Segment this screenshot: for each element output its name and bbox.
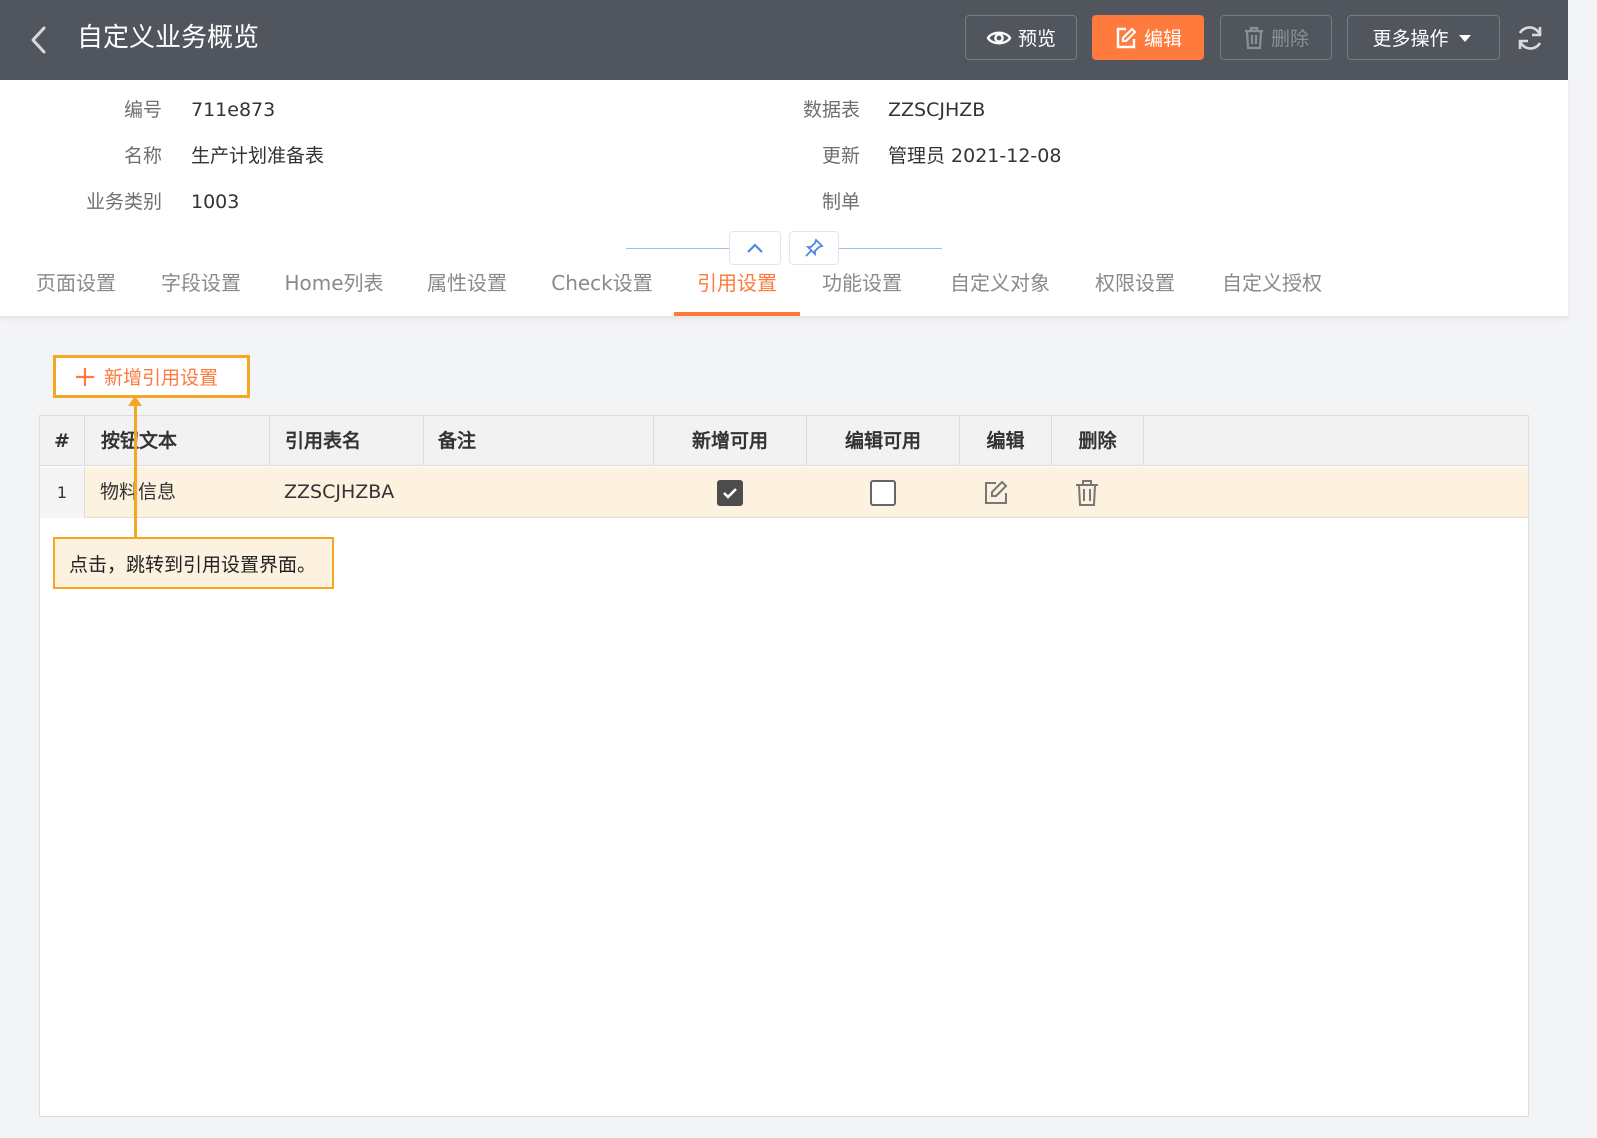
column-header-edit-enabled[interactable]: 编辑可用	[807, 416, 960, 466]
cell-button-text[interactable]: 物料信息	[100, 467, 176, 518]
field-value-updated: 管理员 2021-12-08	[888, 145, 1062, 167]
caret-down-icon	[1458, 34, 1471, 42]
row-index: 1	[40, 467, 85, 518]
edit-label: 编辑	[1143, 29, 1182, 50]
annotation-text: 点击，跳转到引用设置界面。	[69, 553, 317, 576]
reference-table: # 按钮文本 引用表名 备注 新增可用 编辑可用 编辑 删除 1 物料信息 ZZ…	[39, 415, 1529, 1117]
top-bar: 自定义业务概览 预览 编辑 删除 更多操作	[0, 0, 1568, 80]
pin-icon	[805, 238, 824, 257]
add-reference-button[interactable]: 新增引用设置	[53, 355, 250, 398]
tab-permission-settings[interactable]: 权限设置	[1091, 266, 1179, 316]
delete-label: 删除	[1270, 29, 1309, 50]
more-actions-button[interactable]: 更多操作	[1347, 15, 1500, 60]
field-value-name: 生产计划准备表	[191, 145, 325, 167]
tab-reference-settings[interactable]: 引用设置	[674, 266, 800, 316]
divider	[626, 248, 730, 249]
edit-enabled-checkbox[interactable]	[870, 480, 896, 506]
chevron-up-icon	[747, 243, 763, 253]
tab-bar: 页面设置 字段设置 Home列表 属性设置 Check设置 引用设置 功能设置 …	[0, 266, 1568, 316]
column-header-add-enabled[interactable]: 新增可用	[654, 416, 807, 466]
field-label-name: 名称	[123, 145, 162, 167]
field-value-category: 1003	[191, 191, 240, 213]
add-reference-label: 新增引用设置	[104, 368, 219, 389]
field-label-category: 业务类别	[85, 191, 162, 213]
more-actions-label: 更多操作	[1372, 29, 1449, 50]
table-row[interactable]: 1 物料信息 ZZSCJHZBA	[40, 467, 1528, 518]
column-header-index: #	[40, 416, 85, 466]
column-header-button-text[interactable]: 按钮文本	[85, 416, 270, 466]
divider	[838, 248, 942, 249]
tab-function-settings[interactable]: 功能设置	[818, 266, 906, 316]
refresh-icon[interactable]	[1514, 22, 1546, 54]
page-title: 自定义业务概览	[77, 23, 260, 53]
tab-field-settings[interactable]: 字段设置	[157, 266, 245, 316]
tab-custom-objects[interactable]: 自定义对象	[945, 266, 1055, 316]
tab-check-settings[interactable]: Check设置	[549, 266, 655, 316]
plus-icon	[76, 367, 94, 386]
field-label-code: 编号	[123, 99, 162, 121]
edit-icon	[1116, 26, 1137, 48]
delete-button[interactable]: 删除	[1220, 15, 1332, 60]
column-header-edit: 编辑	[960, 416, 1052, 466]
eye-icon	[986, 31, 1012, 44]
tab-home-list[interactable]: Home列表	[283, 266, 385, 316]
checkmark-icon	[723, 488, 737, 499]
cell-ref-table[interactable]: ZZSCJHZBA	[284, 467, 394, 518]
field-value-code: 711e873	[191, 99, 276, 121]
tab-page-settings[interactable]: 页面设置	[32, 266, 120, 316]
table-header: # 按钮文本 引用表名 备注 新增可用 编辑可用 编辑 删除	[40, 416, 1528, 466]
edit-button[interactable]: 编辑	[1092, 15, 1204, 60]
info-panel: 编号 711e873 名称 生产计划准备表 业务类别 1003 数据表 ZZSC…	[0, 80, 1568, 317]
preview-label: 预览	[1017, 29, 1056, 50]
add-enabled-checkbox[interactable]	[717, 480, 743, 506]
collapse-button[interactable]	[729, 231, 781, 265]
column-header-ref-table[interactable]: 引用表名	[270, 416, 424, 466]
field-label-creator: 制单	[821, 191, 860, 213]
row-edit-icon[interactable]	[982, 479, 1010, 507]
tab-custom-authorization[interactable]: 自定义授权	[1217, 266, 1327, 316]
field-label-datatable: 数据表	[802, 99, 860, 121]
annotation-line	[134, 404, 137, 538]
preview-button[interactable]: 预览	[965, 15, 1077, 60]
field-label-updated: 更新	[821, 145, 860, 167]
column-header-note[interactable]: 备注	[424, 416, 654, 466]
field-value-datatable: ZZSCJHZB	[888, 99, 986, 121]
column-header-delete: 删除	[1052, 416, 1144, 466]
back-icon[interactable]	[26, 22, 54, 58]
annotation-callout: 点击，跳转到引用设置界面。	[53, 537, 334, 589]
tab-attribute-settings[interactable]: 属性设置	[423, 266, 511, 316]
trash-icon	[1244, 26, 1263, 49]
row-delete-icon[interactable]	[1074, 479, 1100, 507]
pin-button[interactable]	[789, 231, 839, 265]
